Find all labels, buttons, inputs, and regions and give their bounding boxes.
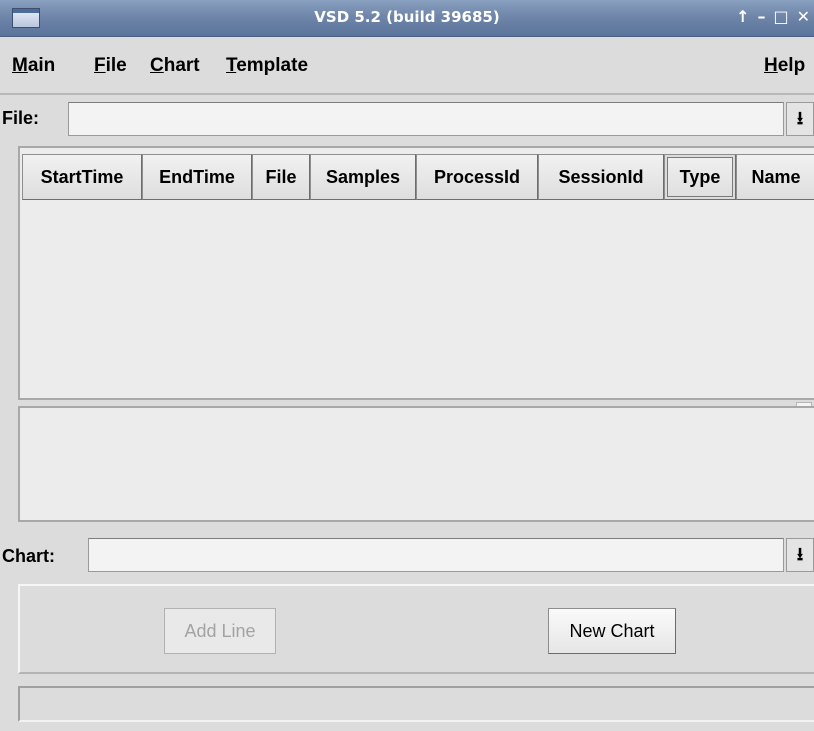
menu-main[interactable]: Main — [12, 55, 55, 77]
table-header: StartTime EndTime File Samples ProcessId… — [22, 154, 814, 200]
column-header-endtime[interactable]: EndTime — [142, 154, 252, 200]
menu-bar: Main File Chart Template Help — [0, 37, 814, 95]
chart-input[interactable] — [88, 538, 784, 572]
file-label: File: — [2, 108, 40, 128]
title-bar[interactable]: VSD 5.2 (build 39685) ↑ – □ ✕ — [0, 0, 814, 37]
menu-main-mnemonic: M — [12, 55, 28, 76]
column-header-samples[interactable]: Samples — [310, 154, 416, 200]
column-header-starttime[interactable]: StartTime — [22, 154, 142, 200]
vsd-window: VSD 5.2 (build 39685) ↑ – □ ✕ Main File … — [0, 0, 814, 731]
status-bar — [18, 686, 814, 722]
lines-panel[interactable] — [18, 406, 814, 522]
menu-template-label: emplate — [236, 55, 309, 76]
column-header-processid[interactable]: ProcessId — [416, 154, 538, 200]
file-input[interactable] — [68, 102, 784, 136]
menu-template-mnemonic: T — [226, 55, 237, 76]
download-arrow-icon: ⭳ — [796, 544, 804, 565]
action-buttons-panel: Add Line New Chart — [18, 584, 814, 674]
new-chart-button[interactable]: New Chart — [548, 608, 676, 654]
menu-file[interactable]: File — [94, 55, 127, 77]
menu-file-label: ile — [105, 55, 127, 76]
column-header-name[interactable]: Name — [736, 154, 814, 200]
chart-label: Chart: — [2, 546, 55, 566]
window-controls: ↑ – □ ✕ — [736, 6, 810, 28]
window-title: VSD 5.2 (build 39685) — [314, 8, 500, 26]
column-header-file[interactable]: File — [252, 154, 310, 200]
close-icon[interactable]: ✕ — [797, 6, 810, 28]
chart-dropdown-button[interactable]: ⭳ — [786, 538, 814, 572]
menu-help-mnemonic: H — [764, 55, 778, 76]
download-arrow-icon: ⭳ — [796, 108, 804, 129]
menu-chart[interactable]: Chart — [150, 55, 200, 77]
minimize-icon[interactable]: – — [757, 6, 765, 28]
menu-file-mnemonic: F — [94, 55, 106, 76]
menu-chart-label: hart — [163, 55, 200, 76]
menu-help-label: elp — [777, 55, 806, 76]
menu-help[interactable]: Help — [764, 55, 805, 77]
menu-chart-mnemonic: C — [150, 55, 164, 76]
sessions-table[interactable]: StartTime EndTime File Samples ProcessId… — [18, 146, 814, 400]
raise-window-icon[interactable]: ↑ — [736, 6, 749, 28]
maximize-icon[interactable]: □ — [773, 6, 788, 28]
menu-template[interactable]: Template — [226, 55, 308, 77]
file-dropdown-button[interactable]: ⭳ — [786, 102, 814, 136]
add-line-button[interactable]: Add Line — [164, 608, 276, 654]
column-header-sessionid[interactable]: SessionId — [538, 154, 664, 200]
column-header-type[interactable]: Type — [664, 154, 736, 200]
menu-main-label: ain — [27, 55, 56, 76]
